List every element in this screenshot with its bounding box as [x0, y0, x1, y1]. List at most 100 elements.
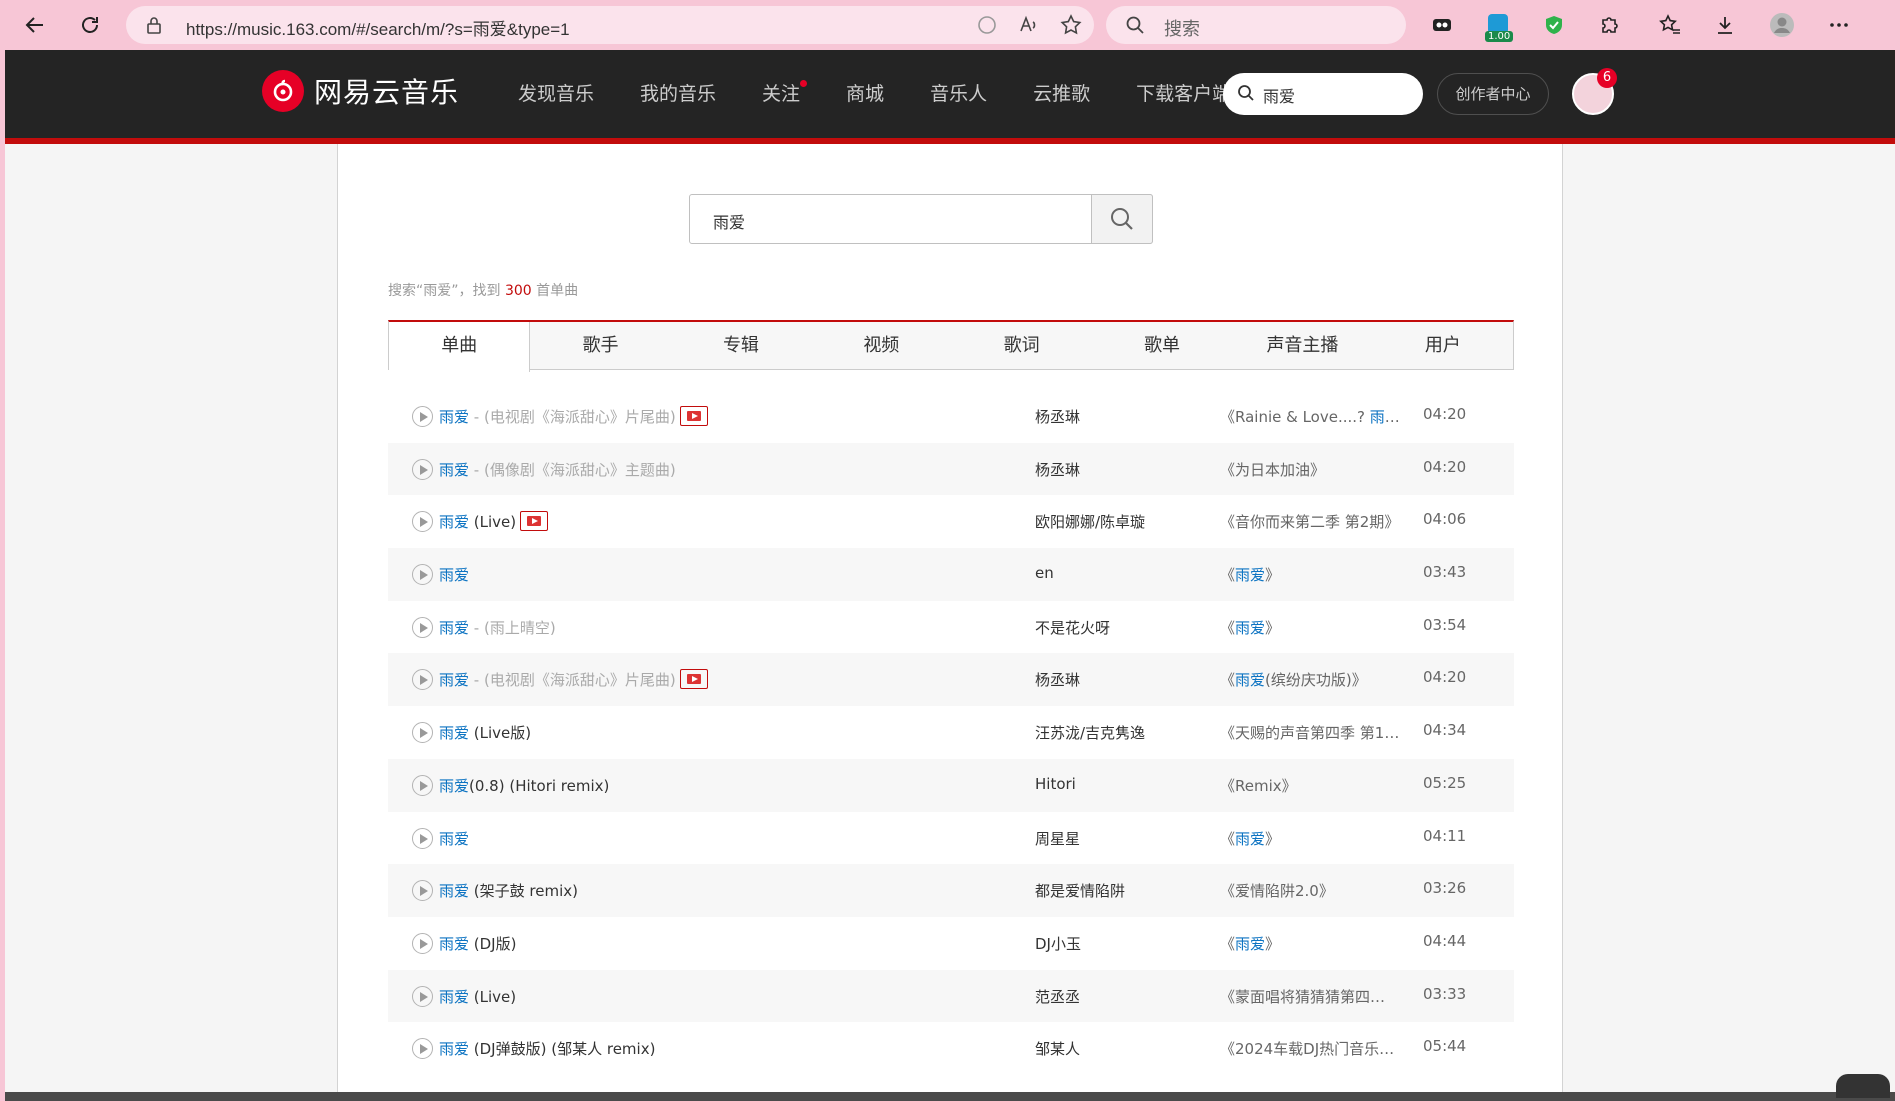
tab-songs[interactable]: 单曲	[389, 322, 531, 372]
song-title[interactable]: 雨爱 (架子鼓 remix)	[439, 880, 578, 901]
song-artist[interactable]: en	[1035, 564, 1054, 582]
table-row[interactable]: 雨爱 (架子鼓 remix) 都是爱情陷阱 《爱情陷阱2.0》 03:26	[388, 864, 1514, 917]
timer-extension-icon[interactable]: 1.00	[1481, 8, 1515, 42]
song-title[interactable]: 雨爱	[439, 828, 469, 849]
more-menu-icon[interactable]	[1822, 8, 1856, 42]
song-title-keyword[interactable]: 雨爱	[439, 566, 469, 584]
search-button[interactable]	[1091, 194, 1153, 244]
table-row[interactable]: 雨爱 - (电视剧《海派甜心》片尾曲) 杨丞琳 《Rainie & Love....…	[388, 390, 1514, 443]
read-aloud-icon[interactable]	[1018, 14, 1040, 40]
song-album[interactable]: 《雨爱》	[1220, 828, 1400, 849]
shield-icon[interactable]	[1537, 8, 1571, 42]
download-icon[interactable]	[1708, 8, 1742, 42]
play-icon[interactable]	[412, 985, 433, 1007]
tab-videos[interactable]: 视频	[811, 322, 951, 369]
song-artist[interactable]: 欧阳娜娜/陈卓璇	[1035, 511, 1145, 532]
browser-search-box[interactable]: 搜索	[1106, 6, 1406, 44]
song-title-keyword[interactable]: 雨爱	[439, 830, 469, 848]
tab-albums[interactable]: 专辑	[671, 322, 811, 369]
play-icon[interactable]	[412, 564, 433, 586]
song-album[interactable]: 《Remix》	[1220, 775, 1400, 796]
play-icon[interactable]	[412, 827, 433, 849]
nav-follow[interactable]: 关注	[739, 50, 823, 138]
song-title-keyword[interactable]: 雨爱	[439, 671, 469, 689]
song-title-keyword[interactable]: 雨爱	[439, 513, 469, 531]
play-icon[interactable]	[412, 1038, 433, 1060]
song-title[interactable]: 雨爱 (Live)	[439, 986, 516, 1007]
tab-podcasts[interactable]: 声音主播	[1232, 322, 1372, 369]
nav-my-music[interactable]: 我的音乐	[617, 50, 739, 138]
song-album[interactable]: 《蒙面唱将猜猜猜第四季 ...	[1220, 986, 1400, 1007]
song-title[interactable]: 雨爱 (Live版)	[439, 722, 531, 743]
song-title-keyword[interactable]: 雨爱	[439, 882, 469, 900]
table-row[interactable]: 雨爱 (Live) 范丞丞 《蒙面唱将猜猜猜第四季 ... 03:33	[388, 969, 1514, 1023]
play-icon[interactable]	[412, 406, 433, 427]
song-album[interactable]: 《雨爱(缤纷庆功版)》	[1220, 669, 1400, 690]
song-title-keyword[interactable]: 雨爱	[439, 408, 469, 426]
song-title-keyword[interactable]: 雨爱	[439, 777, 469, 795]
nav-recommend[interactable]: 云推歌	[1010, 50, 1113, 138]
table-row[interactable]: 雨爱 (DJ弹鼓版) (邹某人 remix) 邹某人 《2024车载DJ热门音乐第.…	[388, 1022, 1514, 1075]
table-row[interactable]: 雨爱 (Live版) 汪苏泷/吉克隽逸 《天赐的声音第四季 第11... 04:34	[388, 706, 1514, 759]
song-title[interactable]: 雨爱 (Live)	[439, 510, 549, 533]
play-icon[interactable]	[412, 932, 433, 954]
play-icon[interactable]	[412, 722, 433, 744]
mv-icon[interactable]	[679, 668, 708, 689]
song-artist[interactable]: 杨丞琳	[1035, 669, 1080, 690]
song-artist[interactable]: 杨丞琳	[1035, 459, 1080, 480]
tab-artists[interactable]: 歌手	[530, 322, 670, 369]
song-title[interactable]: 雨爱 - (偶像剧《海派甜心》主题曲)	[439, 459, 676, 480]
song-artist[interactable]: 周星星	[1035, 828, 1080, 849]
reload-button[interactable]	[73, 8, 107, 42]
song-title[interactable]: 雨爱 (DJ弹鼓版) (邹某人 remix)	[439, 1038, 655, 1059]
table-row[interactable]: 雨爱 en 《雨爱》 03:43	[388, 548, 1514, 601]
song-album[interactable]: 《Rainie & Love....? 雨爱》	[1220, 406, 1400, 427]
table-row[interactable]: 雨爱 (DJ版) DJ小玉 《雨爱》 04:44	[388, 917, 1514, 970]
song-title-keyword[interactable]: 雨爱	[439, 724, 469, 742]
song-album[interactable]: 《为日本加油》	[1220, 459, 1400, 480]
song-album[interactable]: 《雨爱》	[1220, 564, 1400, 585]
song-title[interactable]: 雨爱(0.8) (Hitori remix)	[439, 775, 609, 796]
song-artist[interactable]: 邹某人	[1035, 1038, 1080, 1059]
table-row[interactable]: 雨爱(0.8) (Hitori remix) Hitori 《Remix》 05:25	[388, 758, 1514, 812]
table-row[interactable]: 雨爱 (Live) 欧阳娜娜/陈卓璇 《音你而来第二季 第2期》 04:06	[388, 495, 1514, 548]
play-icon[interactable]	[412, 511, 433, 533]
table-row[interactable]: 雨爱 - (电视剧《海派甜心》片尾曲) 杨丞琳 《雨爱(缤纷庆功版)》 04:20	[388, 653, 1514, 707]
creator-center-button[interactable]: 创作者中心	[1437, 73, 1549, 115]
song-album[interactable]: 《雨爱》	[1220, 933, 1400, 954]
play-icon[interactable]	[412, 774, 433, 796]
song-title[interactable]: 雨爱 - (电视剧《海派甜心》片尾曲)	[439, 668, 708, 691]
song-title[interactable]: 雨爱 - (电视剧《海派甜心》片尾曲)	[439, 405, 708, 428]
table-row[interactable]: 雨爱 周星星 《雨爱》 04:11	[388, 812, 1514, 865]
nav-musician[interactable]: 音乐人	[907, 50, 1010, 138]
back-button[interactable]	[18, 8, 52, 42]
search-input[interactable]: 雨爱	[689, 194, 1153, 244]
song-title-keyword[interactable]: 雨爱	[439, 619, 469, 637]
song-artist[interactable]: Hitori	[1035, 775, 1076, 793]
song-album[interactable]: 《爱情陷阱2.0》	[1220, 880, 1400, 901]
song-artist[interactable]: 都是爱情陷阱	[1035, 880, 1125, 901]
song-artist[interactable]: 范丞丞	[1035, 986, 1080, 1007]
table-row[interactable]: 雨爱 - (偶像剧《海派甜心》主题曲) 杨丞琳 《为日本加油》 04:20	[388, 442, 1514, 496]
song-title[interactable]: 雨爱 (DJ版)	[439, 933, 516, 954]
table-row[interactable]: 雨爱 - (雨上晴空) 不是花火呀 《雨爱》 03:54	[388, 601, 1514, 654]
song-album[interactable]: 《天赐的声音第四季 第11...	[1220, 722, 1400, 743]
song-title-keyword[interactable]: 雨爱	[439, 988, 469, 1006]
translate-icon[interactable]	[976, 14, 998, 40]
nav-store[interactable]: 商城	[823, 50, 907, 138]
play-icon[interactable]	[412, 880, 433, 902]
profile-icon[interactable]	[1765, 8, 1799, 42]
tab-users[interactable]: 用户	[1373, 322, 1513, 369]
song-artist[interactable]: 不是花火呀	[1035, 617, 1110, 638]
nav-discover[interactable]: 发现音乐	[495, 50, 617, 138]
header-search-input[interactable]: 雨爱	[1223, 73, 1423, 115]
song-album[interactable]: 《雨爱》	[1220, 617, 1400, 638]
mv-icon[interactable]	[520, 510, 549, 531]
mv-icon[interactable]	[679, 405, 708, 426]
player-lock-tab[interactable]	[1836, 1074, 1890, 1098]
address-bar[interactable]: https://music.163.com/#/search/m/?s=雨爱&t…	[126, 6, 1094, 44]
play-icon[interactable]	[412, 616, 433, 638]
site-logo[interactable]: 网易云音乐	[262, 70, 459, 112]
song-title[interactable]: 雨爱	[439, 564, 469, 585]
favorites-icon[interactable]	[1653, 8, 1687, 42]
